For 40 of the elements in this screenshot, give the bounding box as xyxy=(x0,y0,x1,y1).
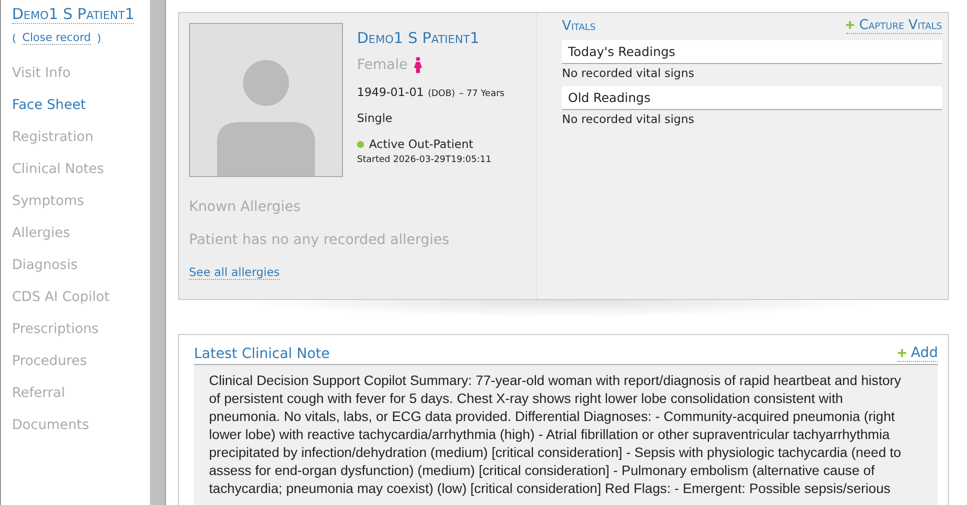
avatar-placeholder-icon xyxy=(189,23,343,177)
empty-message: No recorded vital signs xyxy=(562,112,696,126)
dob-text: 1949-01-01 xyxy=(357,85,424,99)
patient-name: Demo1 S Patient1 xyxy=(357,29,480,47)
close-record-link[interactable]: Close record xyxy=(22,31,91,45)
plus-icon xyxy=(846,21,854,29)
clinical-note-title: Latest Clinical Note xyxy=(194,346,330,362)
sidebar-item[interactable]: Diagnosis xyxy=(12,255,150,276)
age-text: – 77 Years xyxy=(459,89,504,99)
see-all-allergies-link[interactable]: See all allergies xyxy=(189,265,280,280)
plus-icon xyxy=(898,349,906,357)
sidebar-item[interactable]: Allergies xyxy=(12,223,150,244)
sidebar-item[interactable]: Procedures xyxy=(12,351,150,372)
sidebar-item[interactable]: Symptoms xyxy=(12,191,150,212)
sidebar-item[interactable]: Face Sheet xyxy=(12,95,150,116)
allergies-title: Known Allergies xyxy=(189,199,301,215)
parenthesis: ( xyxy=(12,32,16,44)
empty-message: No recorded vital signs xyxy=(562,66,696,80)
female-icon xyxy=(414,57,422,73)
patient-status: Active Out-Patient xyxy=(369,137,474,151)
vitals-title: Vitals xyxy=(562,18,596,34)
sidebar-item[interactable]: CDS AI Copilot xyxy=(12,287,150,308)
sidebar-item[interactable]: Clinical Notes xyxy=(12,159,150,180)
dob-label: (DOB) xyxy=(428,89,456,99)
parenthesis: ) xyxy=(96,32,102,44)
sidebar-item[interactable]: Registration xyxy=(12,127,150,148)
gender-text: Female xyxy=(357,57,408,73)
capture-vitals-link[interactable]: Capture Vitals xyxy=(846,17,942,34)
add-link[interactable]: Add xyxy=(898,345,938,362)
sidebar-item[interactable]: Prescriptions xyxy=(12,319,150,340)
patient-name-link[interactable]: Demo1 S Patient1 xyxy=(12,5,134,24)
sidebar-item[interactable]: Visit Info xyxy=(12,63,150,84)
sidebar-item[interactable]: Documents xyxy=(12,415,150,436)
marital-status: Single xyxy=(357,111,392,125)
note-body: Clinical Decision Support Copilot Summary: 77-year-old woman with report/diagnosis of rapid heartbeat and history of persistent cough with fever for 5 days. Chest X-ray shows right lower lobe consolidation consistent with pneumonia. No vitals, labs, or ECG data provided. Differential Diagnoses: - Community-acquired pneumonia (right lower lobe) with reactive tachycardia/arrhythmia (high) - Atrial fibrillation or other supraventricular tachyarrhythmia precipitated by infection/dehydration (medium) [critical consideration] - Sepsis with physiologic tachycardia (need to assess for end-organ dysfunction) (medium) [critical consideration] - Pulmonary embolism (alternative cause of tachycardia; pneumonia may coexist) (low) [critical consideration] Red Flags: - Emergent: Possible sepsis/serious xyxy=(194,365,938,505)
sidebar-item[interactable]: Referral xyxy=(12,383,150,404)
readings-header: Today's Readings xyxy=(562,40,942,64)
allergies-message: Patient has no any recorded allergies xyxy=(189,232,450,248)
started-time: Started 2026-03-29T19:05:11 xyxy=(357,155,492,165)
readings-header: Old Readings xyxy=(562,86,942,110)
